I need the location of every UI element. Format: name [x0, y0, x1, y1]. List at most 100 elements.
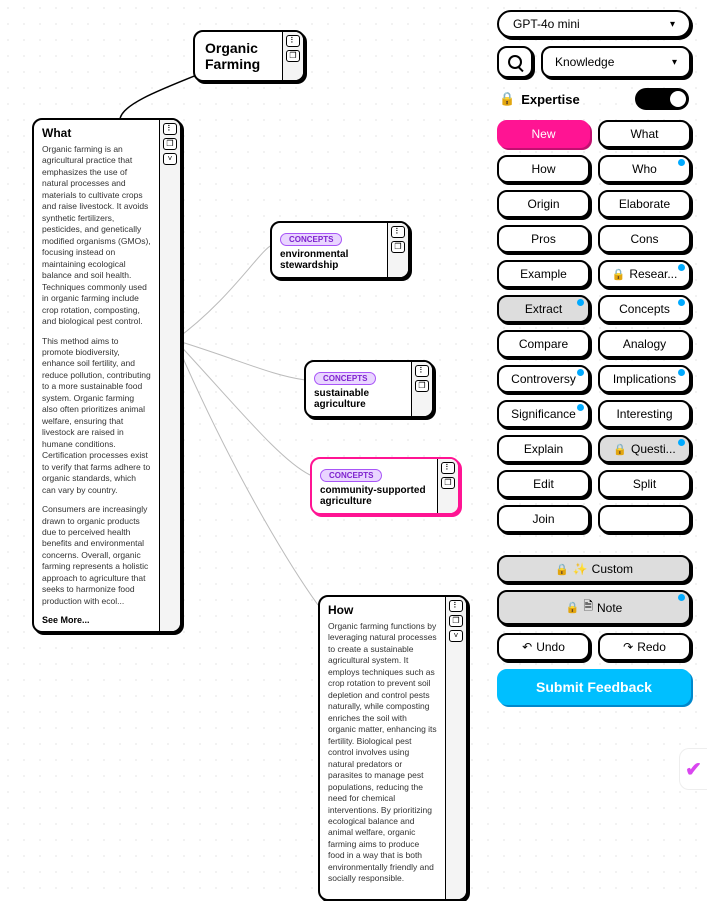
node-menu-icon[interactable]: ⠇ — [286, 35, 300, 47]
action-button-resear-[interactable]: 🔒Resear... — [598, 260, 691, 288]
action-button-label: Origin — [527, 197, 559, 211]
see-more-link[interactable]: See More... — [42, 615, 151, 625]
node-menu-icon[interactable]: ⠇ — [441, 462, 455, 474]
card-how[interactable]: How Organic farming functions by leverag… — [318, 595, 468, 901]
action-button-how[interactable]: How — [497, 155, 590, 183]
node-controls: ⠇ ❐ — [411, 362, 432, 416]
concept-node-env-stewardship[interactable]: CONCEPTS environmental stewardship ⠇ ❐ — [270, 221, 410, 279]
concept-badge: CONCEPTS — [314, 372, 376, 385]
action-button-label: Compare — [519, 337, 568, 351]
action-button-label: What — [630, 127, 658, 141]
action-button-label: Example — [520, 267, 567, 281]
action-button-controversy[interactable]: Controversy — [497, 365, 590, 393]
node-controls: ⠇ ❐ ˅ — [445, 597, 466, 899]
action-button-label: Analogy — [623, 337, 666, 351]
search-icon — [508, 55, 522, 69]
node-copy-icon[interactable]: ❐ — [449, 615, 463, 627]
indicator-dot — [577, 404, 584, 411]
action-button-explain[interactable]: Explain — [497, 435, 590, 463]
search-button[interactable] — [497, 46, 533, 78]
action-button-label: Pros — [531, 232, 556, 246]
action-button-label: Resear... — [629, 267, 677, 281]
action-button-new[interactable]: New — [497, 120, 590, 148]
node-controls: ⠇ ❐ — [437, 459, 458, 513]
note-icon: 🗎 — [583, 597, 593, 618]
node-copy-icon[interactable]: ❐ — [391, 241, 405, 253]
chevron-down-icon[interactable]: ˅ — [163, 153, 177, 165]
node-menu-icon[interactable]: ⠇ — [415, 365, 429, 377]
node-menu-icon[interactable]: ⠇ — [449, 600, 463, 612]
action-button-join[interactable]: Join — [497, 505, 590, 533]
lock-icon: 🔒 — [613, 443, 627, 456]
concept-node-community-supported[interactable]: CONCEPTS community-supported agriculture… — [310, 457, 460, 515]
note-button[interactable]: 🔒 🗎 Note — [497, 590, 691, 625]
indicator-dot — [678, 159, 685, 166]
action-button-label: Questi... — [631, 442, 676, 456]
concept-node-sustainable-ag[interactable]: CONCEPTS sustainable agriculture ⠇ ❐ — [304, 360, 434, 418]
action-button-label: Controversy — [511, 372, 576, 386]
redo-button[interactable]: ↷ Redo — [598, 633, 691, 661]
root-title: Organic Farming — [195, 32, 282, 80]
action-button-label: Significance — [511, 407, 576, 421]
action-button-edit[interactable]: Edit — [497, 470, 590, 498]
action-button-label: Elaborate — [619, 197, 670, 211]
action-button-pros[interactable]: Pros — [497, 225, 590, 253]
node-copy-icon[interactable]: ❐ — [415, 380, 429, 392]
chevron-down-icon: ▾ — [672, 57, 677, 68]
action-button-implications[interactable]: Implications — [598, 365, 691, 393]
action-button-what[interactable]: What — [598, 120, 691, 148]
brand-badge[interactable]: ✔ — [679, 748, 707, 790]
action-button-label: Extract — [525, 302, 562, 316]
indicator-dot — [577, 299, 584, 306]
action-button-significance[interactable]: Significance — [497, 400, 590, 428]
concept-badge: CONCEPTS — [320, 469, 382, 482]
expertise-toggle[interactable] — [635, 88, 689, 110]
lock-icon: 🔒 — [612, 268, 626, 281]
custom-button[interactable]: 🔒 ✨ Custom — [497, 555, 691, 583]
action-button-interesting[interactable]: Interesting — [598, 400, 691, 428]
action-button-blank[interactable] — [598, 505, 691, 533]
indicator-dot — [678, 594, 685, 601]
root-node[interactable]: Organic Farming ⠇ ❐ — [193, 30, 305, 82]
action-button-compare[interactable]: Compare — [497, 330, 590, 358]
indicator-dot — [678, 299, 685, 306]
model-select-value: GPT-4o mini — [513, 17, 580, 31]
chevron-down-icon[interactable]: ˅ — [449, 630, 463, 642]
model-select[interactable]: GPT-4o mini ▾ — [497, 10, 691, 38]
node-menu-icon[interactable]: ⠇ — [163, 123, 177, 135]
action-button-origin[interactable]: Origin — [497, 190, 590, 218]
action-button-label: Split — [633, 477, 656, 491]
lock-icon: 🔒 — [555, 563, 569, 576]
node-controls: ⠇ ❐ — [387, 223, 408, 277]
action-button-questi-[interactable]: 🔒 Questi... — [598, 435, 691, 463]
lock-icon: 🔒 — [566, 601, 580, 614]
indicator-dot — [678, 369, 685, 376]
submit-feedback-button[interactable]: Submit Feedback — [497, 669, 691, 705]
action-button-elaborate[interactable]: Elaborate — [598, 190, 691, 218]
card-what-title: What — [42, 126, 151, 140]
concept-label: sustainable agriculture — [314, 388, 403, 410]
node-copy-icon[interactable]: ❐ — [286, 50, 300, 62]
concept-label: community-supported agriculture — [320, 485, 429, 507]
action-button-analogy[interactable]: Analogy — [598, 330, 691, 358]
concept-badge: CONCEPTS — [280, 233, 342, 246]
action-button-split[interactable]: Split — [598, 470, 691, 498]
action-button-label: Who — [632, 162, 657, 176]
indicator-dot — [678, 439, 685, 446]
node-copy-icon[interactable]: ❐ — [441, 477, 455, 489]
card-what-body: Organic farming is an agricultural pract… — [42, 144, 151, 607]
action-button-cons[interactable]: Cons — [598, 225, 691, 253]
card-what[interactable]: What Organic farming is an agricultural … — [32, 118, 182, 633]
action-button-extract[interactable]: Extract — [497, 295, 590, 323]
action-button-who[interactable]: Who — [598, 155, 691, 183]
action-button-label: Concepts — [619, 302, 670, 316]
node-controls: ⠇ ❐ — [282, 32, 303, 80]
action-button-label: Explain — [524, 442, 563, 456]
node-copy-icon[interactable]: ❐ — [163, 138, 177, 150]
undo-button[interactable]: ↶ Undo — [497, 633, 590, 661]
action-button-example[interactable]: Example — [497, 260, 590, 288]
action-button-concepts[interactable]: Concepts — [598, 295, 691, 323]
node-menu-icon[interactable]: ⠇ — [391, 226, 405, 238]
mode-select[interactable]: Knowledge ▾ — [541, 46, 691, 78]
lock-icon: 🔒 — [499, 91, 515, 107]
